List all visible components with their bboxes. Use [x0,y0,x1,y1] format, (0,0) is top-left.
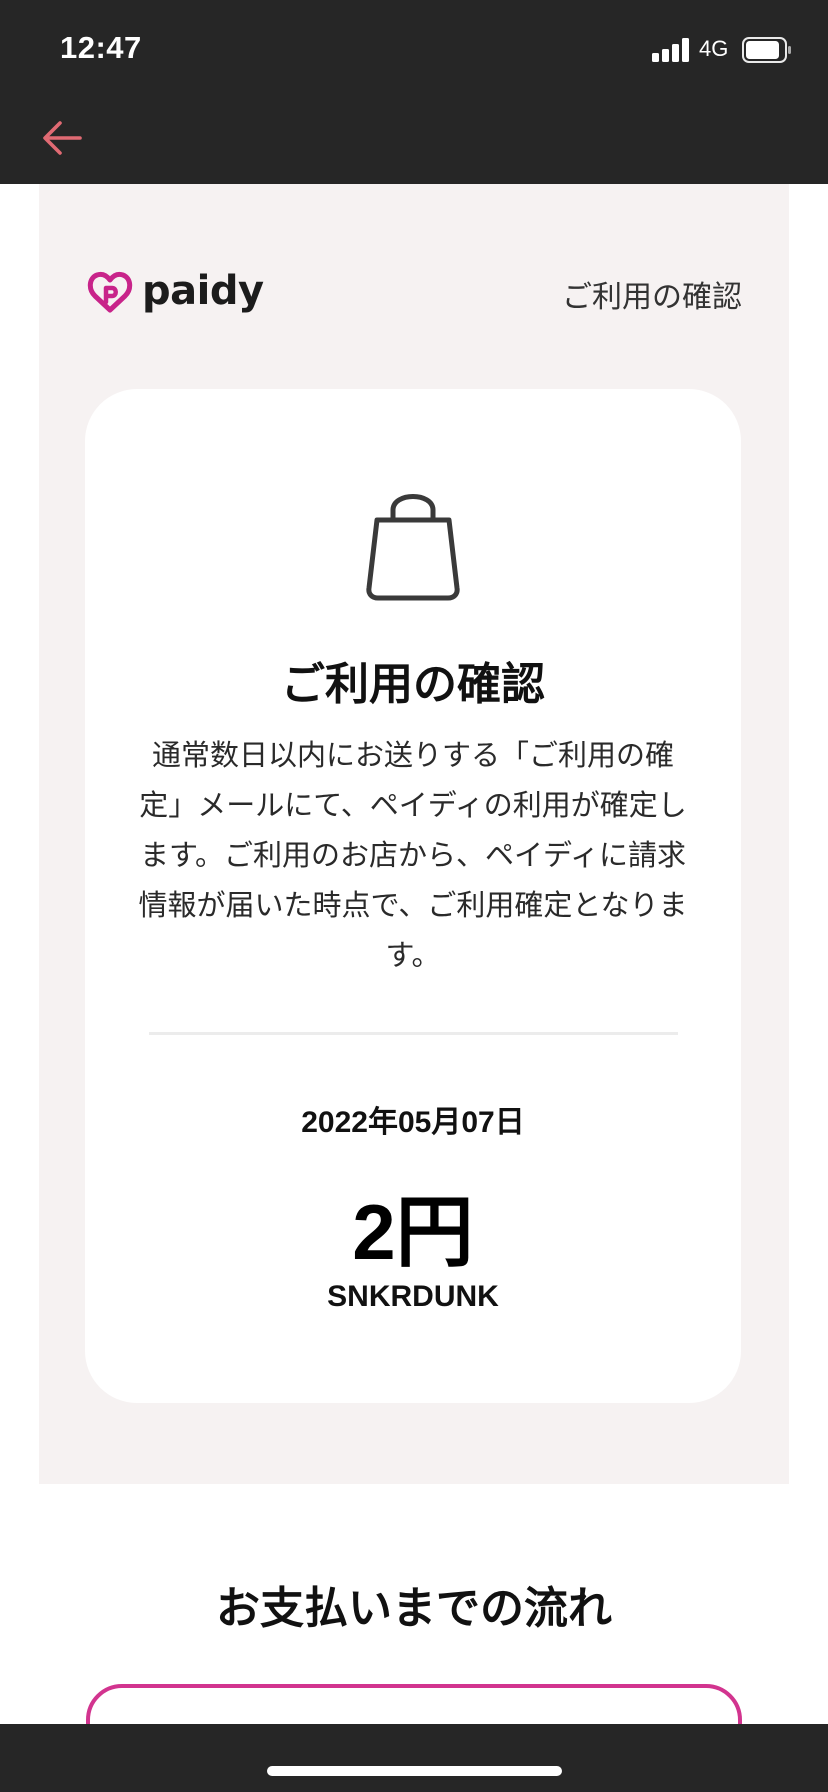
divider [149,1032,678,1035]
home-indicator[interactable] [267,1766,562,1776]
merchant-name: SNKRDUNK [327,1280,499,1313]
card-description: 通常数日以内にお送りする「ご利用の確定」メールにて、ペイディの利用が確定します。… [138,738,688,972]
card-title: ご利用の確認 [281,659,545,710]
brand: paidy [86,266,264,316]
status-time: 12:47 [60,30,142,65]
paidy-logo-icon [87,271,133,313]
brand-name: paidy [142,268,264,314]
flow-section-title: お支払いまでの流れ [216,1583,612,1634]
top-bar [0,0,828,184]
battery-icon [742,37,791,63]
transaction-date: 2022年05月07日 [301,1106,525,1139]
network-type: 4G [699,36,729,61]
shopping-bag-icon [366,494,460,601]
signal-strength-icon [652,38,692,62]
back-arrow-icon[interactable] [38,114,86,162]
transaction-amount: 2円 [352,1188,474,1276]
home-bar [0,1724,828,1792]
header-title: ご利用の確認 [562,280,742,315]
